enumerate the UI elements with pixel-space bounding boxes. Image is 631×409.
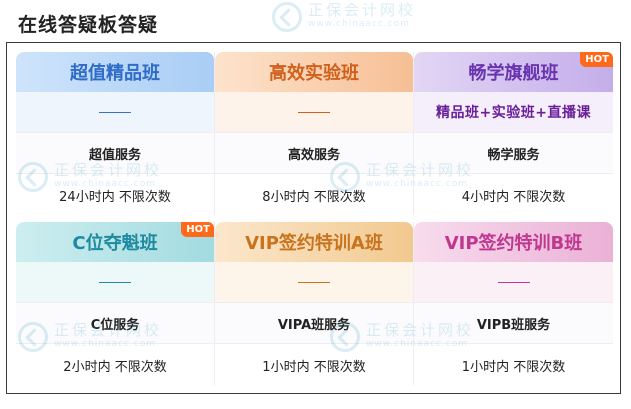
card-title: VIP签约特训B班 bbox=[414, 222, 613, 262]
card-title: 畅学旗舰班 HOT bbox=[414, 52, 613, 92]
response-time: 2小时内 不限次数 bbox=[63, 359, 167, 375]
card-title: VIP签约特训A班 bbox=[215, 222, 413, 262]
response-time: 1小时内 不限次数 bbox=[262, 359, 366, 375]
service-name: VIPA班服务 bbox=[215, 302, 413, 344]
watermark-brand: 正保会计网校 bbox=[308, 1, 417, 19]
card-cwei-duokui: C位夺魁班 HOT C位服务 2小时内 不限次数 bbox=[16, 222, 215, 385]
response-time: 1小时内 不限次数 bbox=[461, 359, 566, 375]
response-time: 8小时内 不限次数 bbox=[262, 189, 366, 205]
dash-placeholder bbox=[99, 281, 131, 283]
card-changxue-qijian: 畅学旗舰班 HOT 精品班+实验班+直播课 畅学服务 4小时内 不限次数 bbox=[414, 52, 613, 215]
card-subtitle: 精品班+实验班+直播课 bbox=[436, 105, 591, 121]
card-subtitle-area bbox=[414, 262, 613, 302]
service-name: C位服务 bbox=[16, 302, 214, 344]
hot-badge: HOT bbox=[580, 52, 613, 67]
service-table-frame: 超值精品班 超值服务 24小时内 不限次数 高效实验班 高效服务 8小时内 不限… bbox=[6, 42, 621, 394]
dash-placeholder bbox=[497, 281, 530, 283]
dash-placeholder bbox=[298, 281, 330, 283]
card-subtitle-area bbox=[16, 92, 214, 132]
card-subtitle-area bbox=[215, 92, 413, 132]
card-title-text: 畅学旗舰班 bbox=[468, 63, 559, 84]
card-title: 超值精品班 bbox=[16, 52, 214, 92]
watermark-top: 正保会计网校 www.chinaacc.com bbox=[272, 2, 416, 32]
service-name: 高效服务 bbox=[215, 132, 413, 174]
hot-badge: HOT bbox=[181, 222, 214, 237]
dash-placeholder bbox=[99, 111, 131, 113]
card-gaoxiao-shiyan: 高效实验班 高效服务 8小时内 不限次数 bbox=[215, 52, 414, 215]
response-time: 24小时内 不限次数 bbox=[59, 189, 171, 205]
response-time: 4小时内 不限次数 bbox=[461, 189, 566, 205]
card-vip-b: VIP签约特训B班 VIPB班服务 1小时内 不限次数 bbox=[414, 222, 613, 385]
card-title: 高效实验班 bbox=[215, 52, 413, 92]
card-title: C位夺魁班 HOT bbox=[16, 222, 214, 262]
service-name: 超值服务 bbox=[16, 132, 214, 174]
card-subtitle-area bbox=[16, 262, 214, 302]
card-title-text: C位夺魁班 bbox=[72, 233, 158, 254]
class-card-grid: 超值精品班 超值服务 24小时内 不限次数 高效实验班 高效服务 8小时内 不限… bbox=[16, 52, 613, 385]
watermark-url: www.chinaacc.com bbox=[308, 19, 410, 29]
card-chaozhi-jingpin: 超值精品班 超值服务 24小时内 不限次数 bbox=[16, 52, 215, 215]
card-subtitle-area: 精品班+实验班+直播课 bbox=[414, 92, 613, 132]
card-subtitle-area bbox=[215, 262, 413, 302]
dash-placeholder bbox=[298, 111, 330, 113]
watermark-logo-icon bbox=[272, 2, 302, 32]
card-vip-a: VIP签约特训A班 VIPA班服务 1小时内 不限次数 bbox=[215, 222, 414, 385]
service-name: 畅学服务 bbox=[414, 132, 613, 174]
page-title: 在线答疑板答疑 bbox=[18, 14, 159, 36]
service-name: VIPB班服务 bbox=[414, 302, 613, 344]
